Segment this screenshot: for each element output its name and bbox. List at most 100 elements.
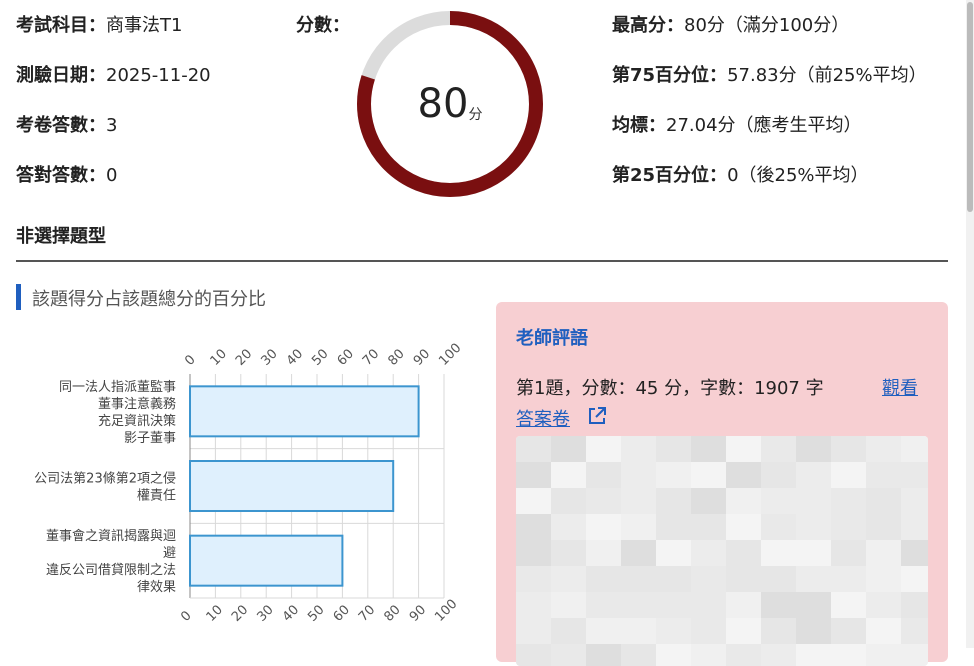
blur-tile xyxy=(796,540,831,566)
blur-tile xyxy=(656,514,691,540)
exam-info-row: 考試科目： 商事法T1 xyxy=(16,14,211,64)
chart-category-label: 違反公司借貸限制之法 xyxy=(46,562,176,578)
score-donut-chart xyxy=(357,11,543,197)
exam-stat-value: 80分（滿分100分） xyxy=(684,15,850,36)
exam-info-value: 3 xyxy=(106,115,118,136)
blur-tile xyxy=(586,436,621,462)
blur-tile xyxy=(586,644,621,666)
blur-tile xyxy=(866,462,901,488)
exam-info-value: 0 xyxy=(106,165,118,186)
blur-tile xyxy=(761,488,796,514)
blur-tile xyxy=(551,462,586,488)
chart-category-label: 權責任 xyxy=(137,489,176,504)
chart-tick-label-top: 0 xyxy=(182,352,198,368)
exam-info-row: 測驗日期： 2025-11-20 xyxy=(16,64,211,114)
chart-bar xyxy=(189,385,420,438)
chart-category-label: 影子董事 xyxy=(124,431,176,446)
answer-sheet-link[interactable]: 答案卷 xyxy=(516,405,570,431)
blur-tile xyxy=(831,540,866,566)
blur-tile xyxy=(726,644,761,666)
blur-tile xyxy=(621,566,656,592)
blur-tile xyxy=(586,488,621,514)
blur-tile xyxy=(621,462,656,488)
chart-category-label: 充足資訊決策 xyxy=(98,413,176,429)
blur-tile xyxy=(656,540,691,566)
blur-tile xyxy=(691,540,726,566)
blur-tile xyxy=(761,436,796,462)
blur-tile xyxy=(901,592,928,618)
chart-tick-label-top: 30 xyxy=(258,347,280,369)
chart-tick-label-top: 60 xyxy=(335,347,357,369)
blur-tile xyxy=(866,592,901,618)
blur-tile xyxy=(656,566,691,592)
chart-category-label: 董事注意義務 xyxy=(98,396,176,412)
blur-tile xyxy=(691,514,726,540)
blur-tile xyxy=(831,462,866,488)
chart-tick-label-bottom: 100 xyxy=(432,597,460,625)
chart-tick-label-top: 40 xyxy=(284,347,306,369)
exam-info-label: 考試科目： xyxy=(16,15,106,36)
teacher-comment-panel: 老師評語 第1題，分數：45 分，字數：1907 字 觀看 答案卷 xyxy=(496,302,948,666)
exam-stat-label: 最高分： xyxy=(612,15,684,36)
chart-bar xyxy=(189,534,344,587)
chart-tick-label-bottom: 60 xyxy=(331,603,353,625)
blur-tile xyxy=(551,514,586,540)
blur-tile xyxy=(516,514,551,540)
blur-tile xyxy=(586,514,621,540)
blur-tile xyxy=(901,618,928,644)
blur-tile xyxy=(901,514,928,540)
blur-tile xyxy=(726,488,761,514)
scrollbar-thumb[interactable] xyxy=(967,2,973,212)
chart-category-label: 公司法第23條第2項之侵 xyxy=(34,471,176,487)
external-link-icon[interactable] xyxy=(586,405,608,427)
blur-tile xyxy=(796,514,831,540)
chart-tick-label-bottom: 20 xyxy=(229,603,251,625)
chart-tick-label-bottom: 80 xyxy=(381,603,403,625)
blur-tile xyxy=(866,540,901,566)
exam-stat-label: 第75百分位： xyxy=(612,65,728,86)
exam-stats-right: 最高分： 80分（滿分100分） 第75百分位： 57.83分（前25%平均） 均標： 2… xyxy=(612,14,927,214)
blur-tile xyxy=(586,540,621,566)
blur-tile xyxy=(866,488,901,514)
chart-category-label: 董事會之資訊揭露與迴 xyxy=(46,529,176,544)
page-scrollbar[interactable] xyxy=(966,0,974,648)
chart-category-label: 避 xyxy=(163,546,176,561)
section-divider xyxy=(16,260,948,262)
blur-tile xyxy=(831,592,866,618)
blur-tile xyxy=(866,566,901,592)
blur-tile xyxy=(901,644,928,666)
blur-tile xyxy=(831,566,866,592)
chart-title-accent xyxy=(16,284,21,310)
chart-title: 該題得分占該題總分的百分比 xyxy=(32,289,266,310)
blur-tile xyxy=(656,592,691,618)
chart-tick-label-top: 20 xyxy=(233,347,255,369)
blur-tile xyxy=(761,566,796,592)
blur-tile xyxy=(901,462,928,488)
blur-tile xyxy=(831,436,866,462)
blur-tile xyxy=(656,488,691,514)
exam-info-row: 考卷答數： 3 xyxy=(16,114,211,164)
blur-tile xyxy=(516,488,551,514)
exam-stat-value: 57.83分（前25%平均） xyxy=(727,65,927,86)
blur-tile xyxy=(551,488,586,514)
chart-tick-label-bottom: 30 xyxy=(254,603,276,625)
blur-tile xyxy=(621,644,656,666)
exam-info-label: 考卷答數： xyxy=(16,115,106,136)
blur-tile xyxy=(726,592,761,618)
blur-tile xyxy=(761,618,796,644)
blur-tile xyxy=(866,514,901,540)
blur-tile xyxy=(831,488,866,514)
blur-tile xyxy=(691,488,726,514)
exam-info-left: 考試科目： 商事法T1 測驗日期： 2025-11-20 考卷答數： 3 答對答數： 0 xyxy=(16,14,211,214)
chart-tick-label-bottom: 40 xyxy=(280,603,302,625)
blur-tile xyxy=(516,540,551,566)
blur-tile xyxy=(866,618,901,644)
chart-tick-label-bottom: 10 xyxy=(204,603,226,625)
view-answer-link[interactable]: 觀看 xyxy=(882,374,918,400)
teacher-comment-title: 老師評語 xyxy=(516,328,588,349)
blur-tile xyxy=(761,592,796,618)
blur-tile xyxy=(551,436,586,462)
exam-stat-row: 第75百分位： 57.83分（前25%平均） xyxy=(612,64,927,114)
score-label: 分數： xyxy=(296,15,350,36)
blur-tile xyxy=(656,462,691,488)
